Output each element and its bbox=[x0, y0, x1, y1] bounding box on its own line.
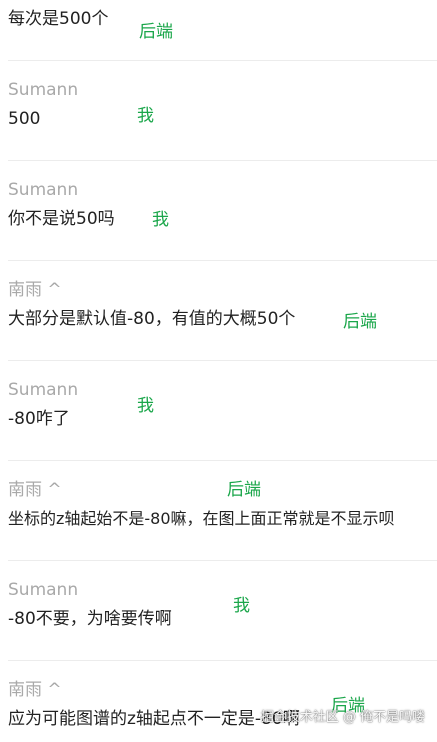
message-text: 坐标的z轴起始不是-80嘛，在图上面正常就是不显示呗 bbox=[8, 509, 395, 528]
chat-message: Sumann -80咋了 我 bbox=[0, 360, 437, 460]
role-annotation: 我 bbox=[152, 210, 169, 230]
message-sender: Sumann bbox=[8, 580, 79, 600]
message-text: 应为可能图谱的z轴起点不一定是-80啊 bbox=[8, 709, 300, 729]
message-text: 大部分是默认值-80，有值的大概50个 bbox=[8, 309, 296, 329]
chat-message: 南雨 ^ 大部分是默认值-80，有值的大概50个 后端 bbox=[0, 260, 437, 360]
message-divider bbox=[8, 660, 437, 661]
message-sender: 南雨 ^ bbox=[8, 280, 62, 300]
message-text: -80咋了 bbox=[8, 409, 70, 429]
chat-message: Sumann 你不是说50吗 我 bbox=[0, 160, 437, 260]
role-annotation: 后端 bbox=[139, 22, 173, 42]
message-divider bbox=[8, 160, 437, 161]
chat-message: Sumann 500 我 bbox=[0, 60, 437, 160]
message-sender: Sumann bbox=[8, 180, 79, 200]
message-sender: 南雨 ^ bbox=[8, 480, 62, 500]
chat-message: Sumann -80不要，为啥要传啊 我 bbox=[0, 560, 437, 660]
message-sender: 南雨 ^ bbox=[8, 680, 62, 700]
message-divider bbox=[8, 360, 437, 361]
role-annotation: 我 bbox=[137, 396, 154, 416]
message-sender: Sumann bbox=[8, 80, 79, 100]
message-divider bbox=[8, 260, 437, 261]
chat-message: 每次是500个 后端 bbox=[0, 0, 437, 60]
message-text: 你不是说50吗 bbox=[8, 209, 115, 229]
role-annotation: 我 bbox=[137, 106, 154, 126]
chat-log: 每次是500个 后端 Sumann 500 我 Sumann 你不是说50吗 我… bbox=[0, 0, 437, 742]
message-divider bbox=[8, 60, 437, 61]
message-divider bbox=[8, 460, 437, 461]
chat-message: 南雨 ^ 应为可能图谱的z轴起点不一定是-80啊 后端 bbox=[0, 660, 437, 742]
role-annotation: 后端 bbox=[343, 312, 377, 332]
message-text: -80不要，为啥要传啊 bbox=[8, 609, 172, 629]
role-annotation: 我 bbox=[233, 596, 250, 616]
message-divider bbox=[8, 560, 437, 561]
chat-message: 南雨 ^ 坐标的z轴起始不是-80嘛，在图上面正常就是不显示呗 后端 bbox=[0, 460, 437, 560]
message-text: 500 bbox=[8, 109, 41, 129]
message-text: 每次是500个 bbox=[8, 9, 109, 29]
message-sender: Sumann bbox=[8, 380, 79, 400]
role-annotation: 后端 bbox=[227, 480, 261, 500]
watermark: 掘金技术社区 @ 俺不是吗喽 bbox=[260, 710, 425, 725]
